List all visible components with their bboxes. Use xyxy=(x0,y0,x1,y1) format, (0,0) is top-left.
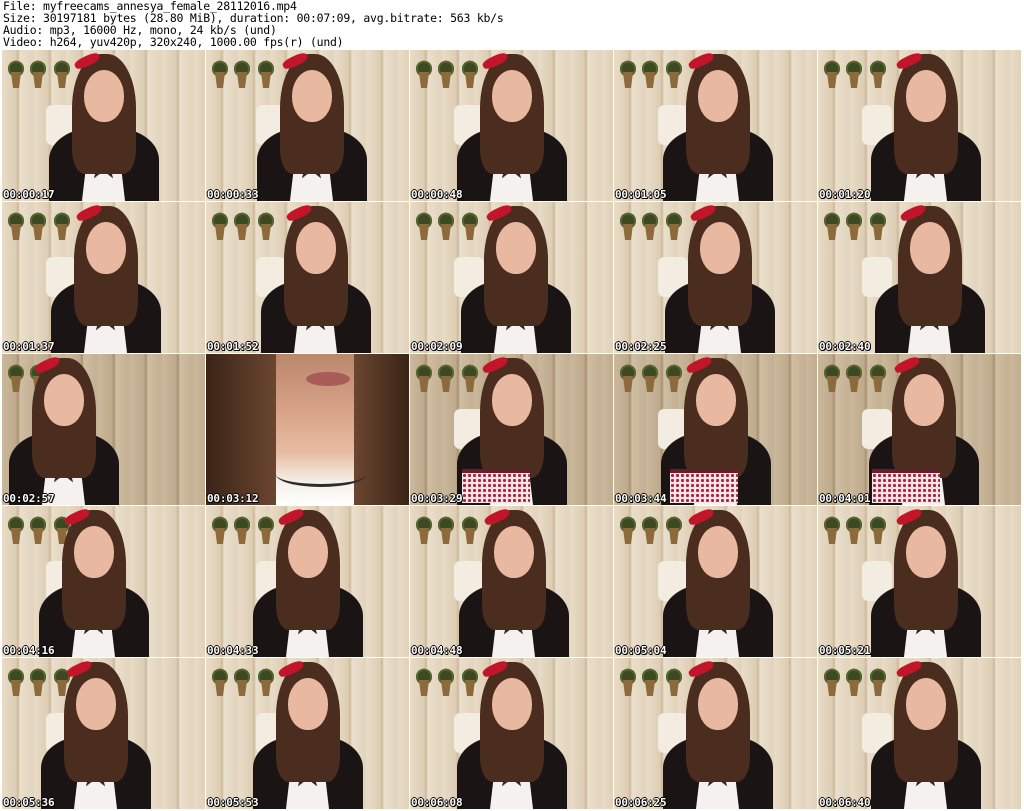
thumbnail-timestamp: 00:01:52 xyxy=(207,340,259,353)
thumbnail-timestamp: 00:00:48 xyxy=(411,188,463,201)
thumbnail-timestamp: 00:00:33 xyxy=(207,188,259,201)
thumbnail-timestamp: 00:03:29 xyxy=(411,492,463,505)
video-thumbnail: 00:04:33 xyxy=(206,506,409,657)
video-thumbnail: 00:04:48 xyxy=(410,506,613,657)
video-thumbnail: 00:05:04 xyxy=(614,506,817,657)
thumbnail-grid: 00:00:17 00:00:33 00:00:48 00:01:05 00:01:20… xyxy=(2,50,1022,811)
video-thumbnail: 00:06:25 xyxy=(614,658,817,809)
thumbnail-frame-image xyxy=(410,506,613,657)
video-thumbnail: 00:06:40 xyxy=(818,658,1021,809)
thumbnail-frame-image xyxy=(614,658,817,809)
video-thumbnail: 00:03:44 xyxy=(614,354,817,505)
thumbnail-timestamp: 00:03:12 xyxy=(207,492,259,505)
video-thumbnail: 00:02:57 xyxy=(2,354,205,505)
thumbnail-timestamp: 00:06:08 xyxy=(411,796,463,809)
video-thumbnail: 00:01:52 xyxy=(206,202,409,353)
thumbnail-timestamp: 00:02:25 xyxy=(615,340,667,353)
video-thumbnail: 00:03:29 xyxy=(410,354,613,505)
thumbnail-frame-image xyxy=(410,50,613,201)
video-thumbnail: 00:05:53 xyxy=(206,658,409,809)
thumbnail-timestamp: 00:04:33 xyxy=(207,644,259,657)
thumbnail-frame-image xyxy=(818,354,1021,505)
thumbnail-timestamp: 00:01:37 xyxy=(3,340,55,353)
video-thumbnail: 00:01:20 xyxy=(818,50,1021,201)
thumbnail-timestamp: 00:01:20 xyxy=(819,188,871,201)
thumbnail-frame-image xyxy=(2,50,205,201)
thumbnail-timestamp: 00:06:40 xyxy=(819,796,871,809)
thumbnail-timestamp: 00:04:48 xyxy=(411,644,463,657)
video-thumbnail: 00:03:12 xyxy=(206,354,409,505)
video-thumbnail: 00:05:36 xyxy=(2,658,205,809)
thumbnail-frame-image xyxy=(206,658,409,809)
thumbnail-frame-image xyxy=(818,50,1021,201)
video-thumbnail: 00:00:33 xyxy=(206,50,409,201)
file-info-header: File: myfreecams_annesya_female_28112016… xyxy=(3,0,1021,48)
video-thumbnail: 00:00:48 xyxy=(410,50,613,201)
thumbnail-frame-image xyxy=(2,506,205,657)
video-thumbnail: 00:05:21 xyxy=(818,506,1021,657)
thumbnail-timestamp: 00:04:01 xyxy=(819,492,871,505)
video-thumbnail: 00:02:25 xyxy=(614,202,817,353)
thumbnail-frame-image xyxy=(2,202,205,353)
thumbnail-frame-image xyxy=(614,354,817,505)
thumbnail-timestamp: 00:03:44 xyxy=(615,492,667,505)
video-thumbnail: 00:04:16 xyxy=(2,506,205,657)
video-info-line: Video: h264, yuv420p, 320x240, 1000.00 f… xyxy=(3,35,344,49)
thumbnail-frame-image xyxy=(614,50,817,201)
thumbnail-frame-image xyxy=(410,202,613,353)
thumbnail-frame-image xyxy=(206,50,409,201)
thumbnail-frame-image xyxy=(410,354,613,505)
thumbnail-timestamp: 00:00:17 xyxy=(3,188,55,201)
video-thumbnail: 00:00:17 xyxy=(2,50,205,201)
thumbnail-frame-image xyxy=(614,202,817,353)
thumbnail-frame-image xyxy=(206,354,409,505)
thumbnail-frame-image xyxy=(614,506,817,657)
thumbnail-frame-image xyxy=(206,202,409,353)
thumbnail-frame-image xyxy=(2,658,205,809)
video-thumbnail: 00:06:08 xyxy=(410,658,613,809)
thumbnail-timestamp: 00:01:05 xyxy=(615,188,667,201)
video-thumbnail: 00:02:40 xyxy=(818,202,1021,353)
thumbnail-timestamp: 00:05:21 xyxy=(819,644,871,657)
thumbnail-frame-image xyxy=(818,506,1021,657)
video-thumbnail: 00:01:05 xyxy=(614,50,817,201)
thumbnail-frame-image xyxy=(206,506,409,657)
thumbnail-timestamp: 00:05:36 xyxy=(3,796,55,809)
thumbnail-timestamp: 00:02:09 xyxy=(411,340,463,353)
thumbnail-timestamp: 00:02:57 xyxy=(3,492,55,505)
thumbnail-timestamp: 00:06:25 xyxy=(615,796,667,809)
video-thumbnail: 00:01:37 xyxy=(2,202,205,353)
thumbnail-timestamp: 00:04:16 xyxy=(3,644,55,657)
thumbnail-timestamp: 00:05:53 xyxy=(207,796,259,809)
thumbnail-frame-image xyxy=(410,658,613,809)
video-thumbnail: 00:04:01 xyxy=(818,354,1021,505)
thumbnail-frame-image xyxy=(818,658,1021,809)
thumbnail-frame-image xyxy=(818,202,1021,353)
thumbnail-timestamp: 00:02:40 xyxy=(819,340,871,353)
video-thumbnail: 00:02:09 xyxy=(410,202,613,353)
thumbnail-timestamp: 00:05:04 xyxy=(615,644,667,657)
thumbnail-frame-image xyxy=(2,354,205,505)
